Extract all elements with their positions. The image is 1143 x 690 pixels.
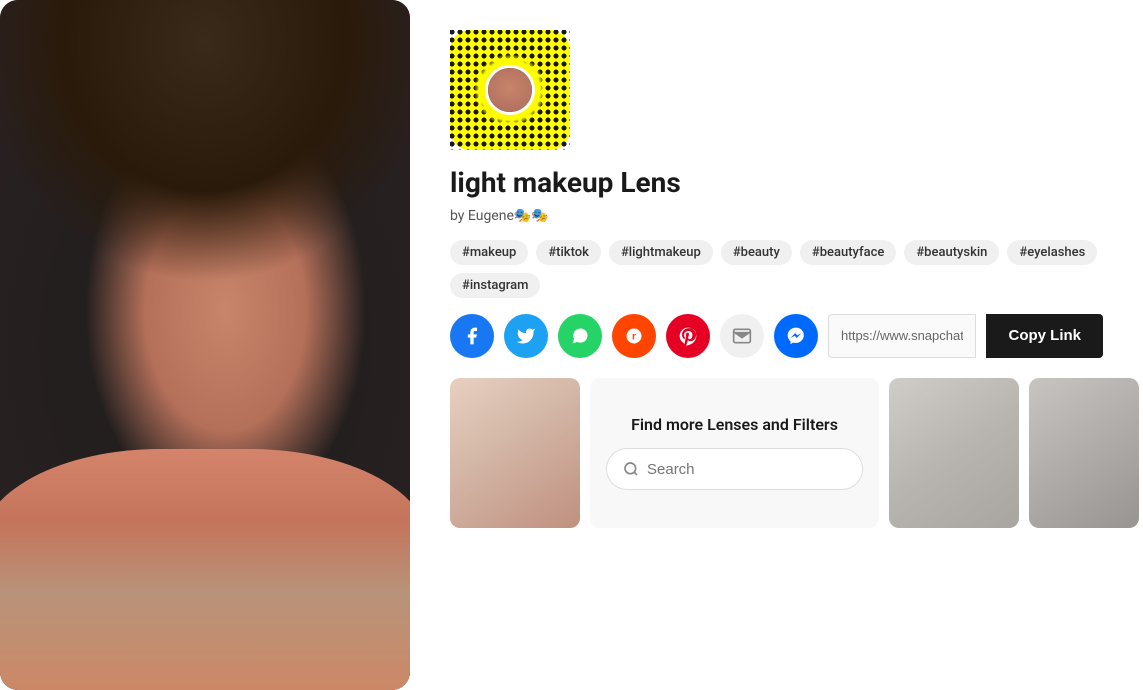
tag-instagram[interactable]: #instagram xyxy=(450,273,540,298)
whatsapp-share-button[interactable] xyxy=(558,314,602,358)
email-share-button[interactable] xyxy=(720,314,764,358)
copy-link-button[interactable]: Copy Link xyxy=(986,314,1103,358)
facebook-share-button[interactable] xyxy=(450,314,494,358)
find-more-card: Find more Lenses and Filters xyxy=(590,378,879,528)
profile-photo-panel xyxy=(0,0,410,690)
tag-makeup[interactable]: #makeup xyxy=(450,240,528,265)
tag-eyelashes[interactable]: #eyelashes xyxy=(1007,240,1097,265)
preview-thumb-4 xyxy=(1029,378,1139,528)
svg-text:r: r xyxy=(632,331,636,342)
snapcode-avatar xyxy=(485,65,535,115)
profile-photo xyxy=(0,0,410,690)
search-box xyxy=(606,448,863,490)
lens-info-panel: light makeup Lens by Eugene🎭🎭 #makeup #t… xyxy=(410,0,1143,690)
pinterest-share-button[interactable] xyxy=(666,314,710,358)
tag-lightmakeup[interactable]: #lightmakeup xyxy=(609,240,713,265)
preview-row: Find more Lenses and Filters xyxy=(450,378,1103,528)
link-input[interactable] xyxy=(828,314,976,358)
twitter-share-button[interactable] xyxy=(504,314,548,358)
search-icon xyxy=(623,461,639,477)
preview-thumb-1 xyxy=(450,378,580,528)
messenger-share-button[interactable] xyxy=(774,314,818,358)
find-more-title: Find more Lenses and Filters xyxy=(631,415,838,434)
share-row: r Copy Link xyxy=(450,314,1103,358)
snapcode xyxy=(450,30,570,150)
preview-thumb-3 xyxy=(889,378,1019,528)
tag-beautyskin[interactable]: #beautyskin xyxy=(904,240,999,265)
tags-row: #makeup #tiktok #lightmakeup #beauty #be… xyxy=(450,240,1103,298)
tag-beautyface[interactable]: #beautyface xyxy=(800,240,896,265)
reddit-share-button[interactable]: r xyxy=(612,314,656,358)
search-input[interactable] xyxy=(647,461,846,478)
lens-title: light makeup Lens xyxy=(450,166,1103,200)
lens-author: by Eugene🎭🎭 xyxy=(450,208,1103,224)
tag-beauty[interactable]: #beauty xyxy=(721,240,792,265)
tag-tiktok[interactable]: #tiktok xyxy=(536,240,601,265)
